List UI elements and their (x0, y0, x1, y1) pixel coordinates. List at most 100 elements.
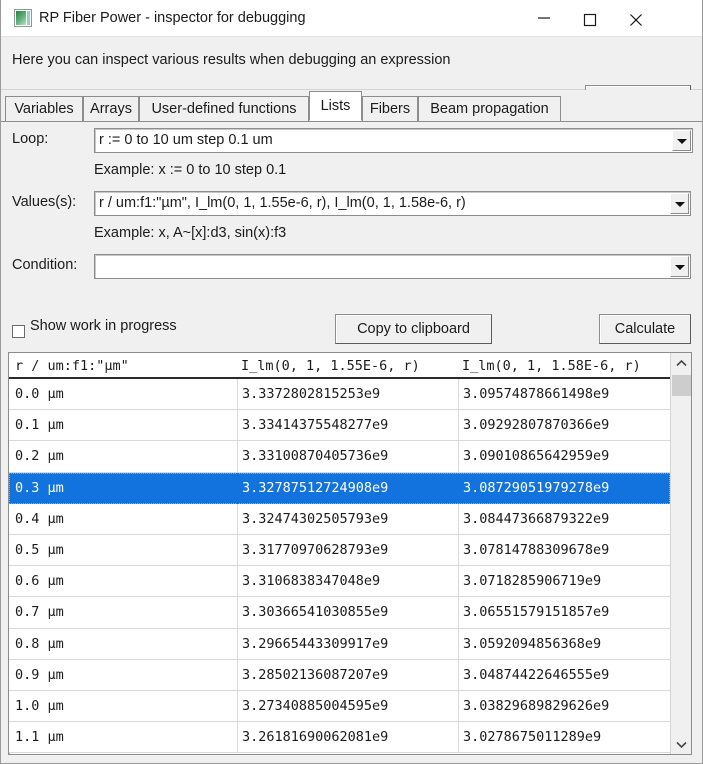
app-logo-icon (14, 9, 32, 27)
table-cell: 0.0 µm (15, 386, 64, 402)
table-cell: 0.5 µm (15, 542, 64, 558)
table-row[interactable]: 0.4 µm 3.32474302505793e9 3.08447366879322… (9, 504, 670, 535)
scroll-thumb[interactable] (672, 375, 691, 396)
table-cell: 3.33414375548277e9 (242, 417, 388, 433)
table-cell: 3.09010865642959e9 (463, 448, 609, 464)
table-cell: 1.1 µm (15, 729, 64, 745)
vertical-scrollbar[interactable] (670, 353, 691, 754)
calculate-button[interactable]: Calculate (599, 314, 691, 344)
chevron-down-icon[interactable] (672, 130, 691, 151)
table-cell: 0.7 µm (15, 604, 64, 620)
column-divider (237, 660, 238, 691)
table-cell: 3.04874422646555e9 (463, 667, 609, 683)
column-divider (458, 629, 459, 660)
column-divider (458, 691, 459, 722)
table-row[interactable]: 0.9 µm 3.28502136087207e9 3.04874422646555… (9, 660, 670, 691)
column-header-i158[interactable]: I_lm(0, 1, 1.58E-6, r) (462, 358, 641, 374)
tab-arrays[interactable]: Arrays (83, 96, 139, 121)
table-cell: 3.29665443309917e9 (242, 636, 388, 652)
values-input[interactable]: r / um:f1:"µm", I_lm(0, 1, 1.55e-6, r), … (99, 195, 466, 211)
chevron-down-icon[interactable] (670, 193, 689, 214)
table-cell: 0.4 µm (15, 511, 64, 527)
values-label: Values(s): (12, 194, 76, 210)
table-row[interactable]: 0.5 µm 3.31770970628793e9 3.07814788309678… (9, 535, 670, 566)
tab-user-defined-functions[interactable]: User-defined functions (139, 96, 309, 121)
table-row[interactable]: 1.1 µm 3.26181690062081e9 3.0278675011289e… (9, 722, 670, 753)
table-row[interactable]: 0.7 µm3.30366541030855e93.06551579151857… (9, 597, 670, 628)
table-cell: 3.0278675011289e9 (463, 729, 601, 745)
close-icon[interactable] (614, 0, 664, 36)
table-cell: 3.03829689829626e9 (463, 698, 609, 714)
table-cell: 0.2 µm (15, 448, 64, 464)
column-divider (237, 691, 238, 722)
column-divider (237, 410, 238, 441)
column-header-i155[interactable]: I_lm(0, 1, 1.55E-6, r) (241, 358, 420, 374)
table-cell: 0.6 µm (15, 573, 64, 589)
tab-lists[interactable]: Lists (309, 91, 362, 121)
loop-label: Loop: (12, 131, 48, 147)
column-divider (458, 410, 459, 441)
column-divider (237, 722, 238, 753)
copy-to-clipboard-button[interactable]: Copy to clipboard (335, 314, 492, 344)
table-cell: 3.3106838347048e9 (242, 573, 380, 589)
table-row[interactable]: 0.0 µm3.3372802815253e93.09574878661498e… (9, 379, 670, 410)
maximize-icon[interactable] (568, 0, 614, 36)
column-divider (458, 722, 459, 753)
condition-label: Condition: (12, 257, 77, 273)
results-table: r / um:f1:"µm" I_lm(0, 1, 1.55E-6, r) I_… (8, 352, 692, 755)
inspector-window: RP Fiber Power - inspector for debugging… (0, 0, 703, 764)
title-bar: RP Fiber Power - inspector for debugging (1, 0, 702, 37)
tab-fibers[interactable]: Fibers (362, 96, 418, 121)
condition-combobox[interactable] (94, 254, 691, 279)
column-divider (458, 597, 459, 628)
table-cell: 0.1 µm (15, 417, 64, 433)
table-row[interactable]: 0.1 µm 3.33414375548277e9 3.09292807870366… (9, 410, 670, 441)
table-header-row: r / um:f1:"µm" I_lm(0, 1, 1.55E-6, r) I_… (9, 353, 670, 379)
table-cell: 3.0718285906719e9 (463, 573, 601, 589)
table-row[interactable]: 1.0 µm 3.27340885004595e9 3.03829689829626… (9, 691, 670, 722)
table-cell: 3.08729051979278e9 (463, 480, 609, 496)
column-divider (458, 441, 459, 472)
table-row[interactable]: 0.8 µm3.29665443309917e93.0592094856368e… (9, 629, 670, 660)
column-divider (458, 473, 459, 504)
results-grid[interactable]: r / um:f1:"µm" I_lm(0, 1, 1.55E-6, r) I_… (9, 353, 670, 754)
table-cell: 3.28502136087207e9 (242, 667, 388, 683)
table-cell: 0.9 µm (15, 667, 64, 683)
table-cell: 3.08447366879322e9 (463, 511, 609, 527)
chevron-down-icon[interactable] (670, 256, 689, 277)
table-cell: 1.0 µm (15, 698, 64, 714)
table-cell: 3.07814788309678e9 (463, 542, 609, 558)
minimize-icon[interactable] (522, 0, 568, 36)
table-row[interactable]: 0.2 µm 3.33100870405736e9 3.09010865642959… (9, 441, 670, 472)
table-cell: 0.8 µm (15, 636, 64, 652)
show-work-in-progress-checkbox[interactable] (12, 325, 25, 338)
column-divider (237, 379, 238, 410)
loop-input[interactable]: r := 0 to 10 um step 0.1 um (99, 132, 273, 148)
tab-beam-propagation[interactable]: Beam propagation (418, 96, 561, 121)
values-combobox[interactable]: r / um:f1:"µm", I_lm(0, 1, 1.55e-6, r), … (94, 191, 691, 216)
table-cell: 3.09574878661498e9 (463, 386, 609, 402)
loop-example: Example: x := 0 to 10 step 0.1 (94, 162, 286, 178)
header-strip: Here you can inspect various results whe… (1, 37, 702, 90)
tab-variables[interactable]: Variables (5, 96, 83, 121)
table-cell: 3.32474302505793e9 (242, 511, 388, 527)
column-divider (458, 379, 459, 410)
chevron-down-icon[interactable] (671, 734, 691, 754)
table-cell: 3.31770970628793e9 (242, 542, 388, 558)
table-body: 0.0 µm3.3372802815253e93.09574878661498e… (9, 379, 670, 753)
show-work-in-progress-label[interactable]: Show work in progress (30, 318, 177, 334)
table-cell: 3.06551579151857e9 (463, 604, 609, 620)
column-divider (458, 566, 459, 597)
chevron-up-icon[interactable] (671, 353, 691, 373)
loop-combobox[interactable]: r := 0 to 10 um step 0.1 um (94, 128, 693, 153)
column-header-r[interactable]: r / um:f1:"µm" (15, 358, 129, 374)
table-cell: 3.09292807870366e9 (463, 417, 609, 433)
table-cell: 3.26181690062081e9 (242, 729, 388, 745)
table-row[interactable]: 0.3 µm3.32787512724908e93.08729051979278… (9, 473, 670, 504)
tab-bar: Variables Arrays User-defined functions … (1, 90, 702, 122)
table-cell: 3.27340885004595e9 (242, 698, 388, 714)
table-cell: 3.33100870405736e9 (242, 448, 388, 464)
table-row[interactable]: 0.6 µm 3.3106838347048e9 3.0718285906719e9 (9, 566, 670, 597)
column-divider (237, 441, 238, 472)
column-divider (237, 629, 238, 660)
